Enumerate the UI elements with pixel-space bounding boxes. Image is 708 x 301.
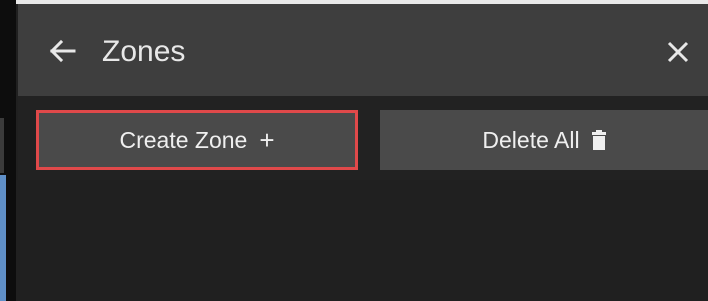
zones-list: [18, 180, 708, 301]
delete-all-button[interactable]: Delete All: [380, 110, 708, 170]
panel-header: Zones: [18, 4, 708, 96]
create-zone-button[interactable]: Create Zone +: [36, 110, 358, 170]
panel-title: Zones: [102, 35, 186, 68]
trash-icon: [591, 130, 606, 150]
left-edge-shade: [0, 118, 4, 173]
arrow-left-icon: [49, 39, 76, 63]
back-button[interactable]: [46, 34, 80, 68]
create-zone-label: Create Zone: [119, 126, 248, 153]
delete-all-label: Delete All: [482, 126, 580, 153]
close-button[interactable]: [664, 38, 692, 66]
close-icon: [667, 41, 689, 63]
left-accent-bar: [0, 175, 6, 301]
zones-panel: Zones Create Zone + Delete All: [18, 4, 708, 301]
app-window: Zones Create Zone + Delete All: [0, 0, 708, 301]
plus-icon: +: [259, 125, 275, 155]
